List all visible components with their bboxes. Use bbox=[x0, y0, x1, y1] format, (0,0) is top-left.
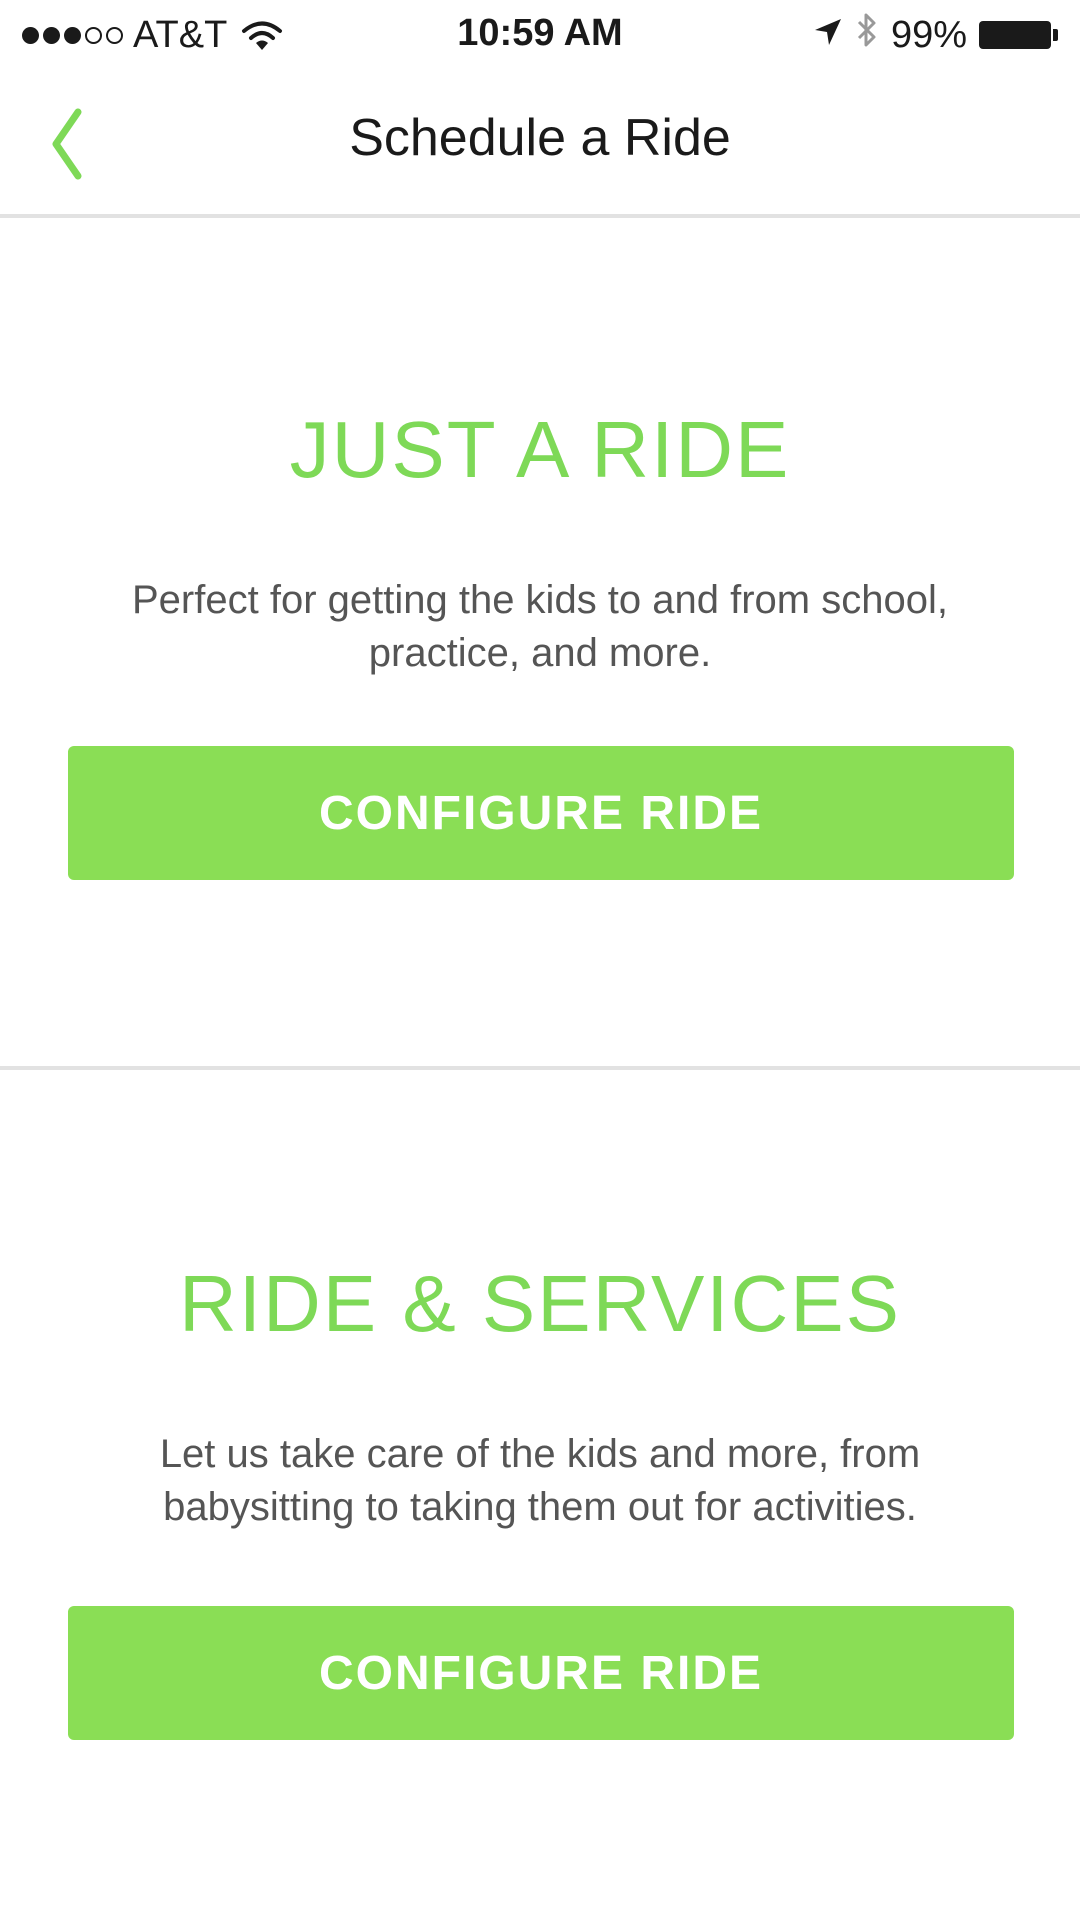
section-title: JUST A RIDE bbox=[289, 405, 791, 494]
section-ride-and-services: RIDE & SERVICES Let us take care of the … bbox=[0, 1072, 1080, 1920]
section-title: RIDE & SERVICES bbox=[178, 1259, 902, 1348]
status-right: 99% bbox=[813, 12, 1058, 58]
nav-bar: Schedule a Ride bbox=[0, 70, 1080, 218]
page-title: Schedule a Ride bbox=[349, 109, 731, 167]
battery-icon bbox=[979, 21, 1058, 49]
screen: AT&T 10:59 AM 99% Schedule a Ride JUST A… bbox=[0, 0, 1080, 1920]
section-just-a-ride: JUST A RIDE Perfect for getting the kids… bbox=[0, 218, 1080, 1070]
battery-percentage: 99% bbox=[890, 13, 967, 56]
section-description: Perfect for getting the kids to and from… bbox=[132, 578, 948, 675]
configure-ride-button[interactable]: CONFIGURE RIDE bbox=[68, 1606, 1014, 1740]
bluetooth-icon bbox=[855, 12, 879, 58]
status-bar: AT&T 10:59 AM 99% bbox=[0, 0, 1080, 70]
configure-ride-button[interactable]: CONFIGURE RIDE bbox=[68, 746, 1014, 880]
location-arrow-icon bbox=[813, 14, 843, 57]
section-description: Let us take care of the kids and more, f… bbox=[159, 1432, 921, 1529]
